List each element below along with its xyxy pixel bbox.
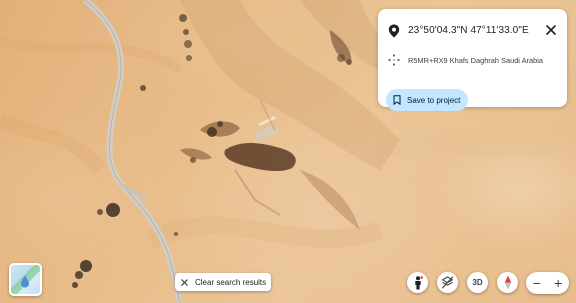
location-info-card: 23°50'04.3"N 47°11'33.0"E R5MR+RX9 Khafs… <box>378 9 567 111</box>
labels-toggle-button[interactable] <box>437 272 458 293</box>
clear-search-label: Clear search results <box>195 277 267 287</box>
plus-code-text: R5MR+RX9 Khafs Daghrah Saudi Arabia <box>408 56 543 65</box>
compass-icon <box>504 275 511 290</box>
map-layer-toggle[interactable] <box>9 263 42 296</box>
street-view-pegman-button[interactable] <box>407 272 428 293</box>
plus-code-icon <box>388 54 400 66</box>
close-icon <box>181 278 188 286</box>
zoom-in-button[interactable]: + <box>548 272 570 294</box>
zoom-out-button[interactable]: − <box>526 272 548 294</box>
close-icon[interactable] <box>542 21 560 39</box>
compass-button[interactable] <box>497 272 518 293</box>
save-button-label: Save to project <box>407 95 461 105</box>
labels-off-icon <box>441 276 454 289</box>
coordinates-text: 23°50'04.3"N 47°11'33.0"E <box>408 25 529 36</box>
water-drop-icon <box>21 275 29 288</box>
3d-view-button[interactable]: 3D <box>467 272 488 293</box>
save-to-project-button[interactable]: Save to project <box>386 89 468 111</box>
pegman-icon <box>414 275 423 289</box>
bookmark-icon <box>393 95 401 105</box>
location-pin-icon <box>388 24 400 38</box>
zoom-control: − + <box>526 272 569 294</box>
clear-search-results-button[interactable]: Clear search results <box>175 273 271 291</box>
